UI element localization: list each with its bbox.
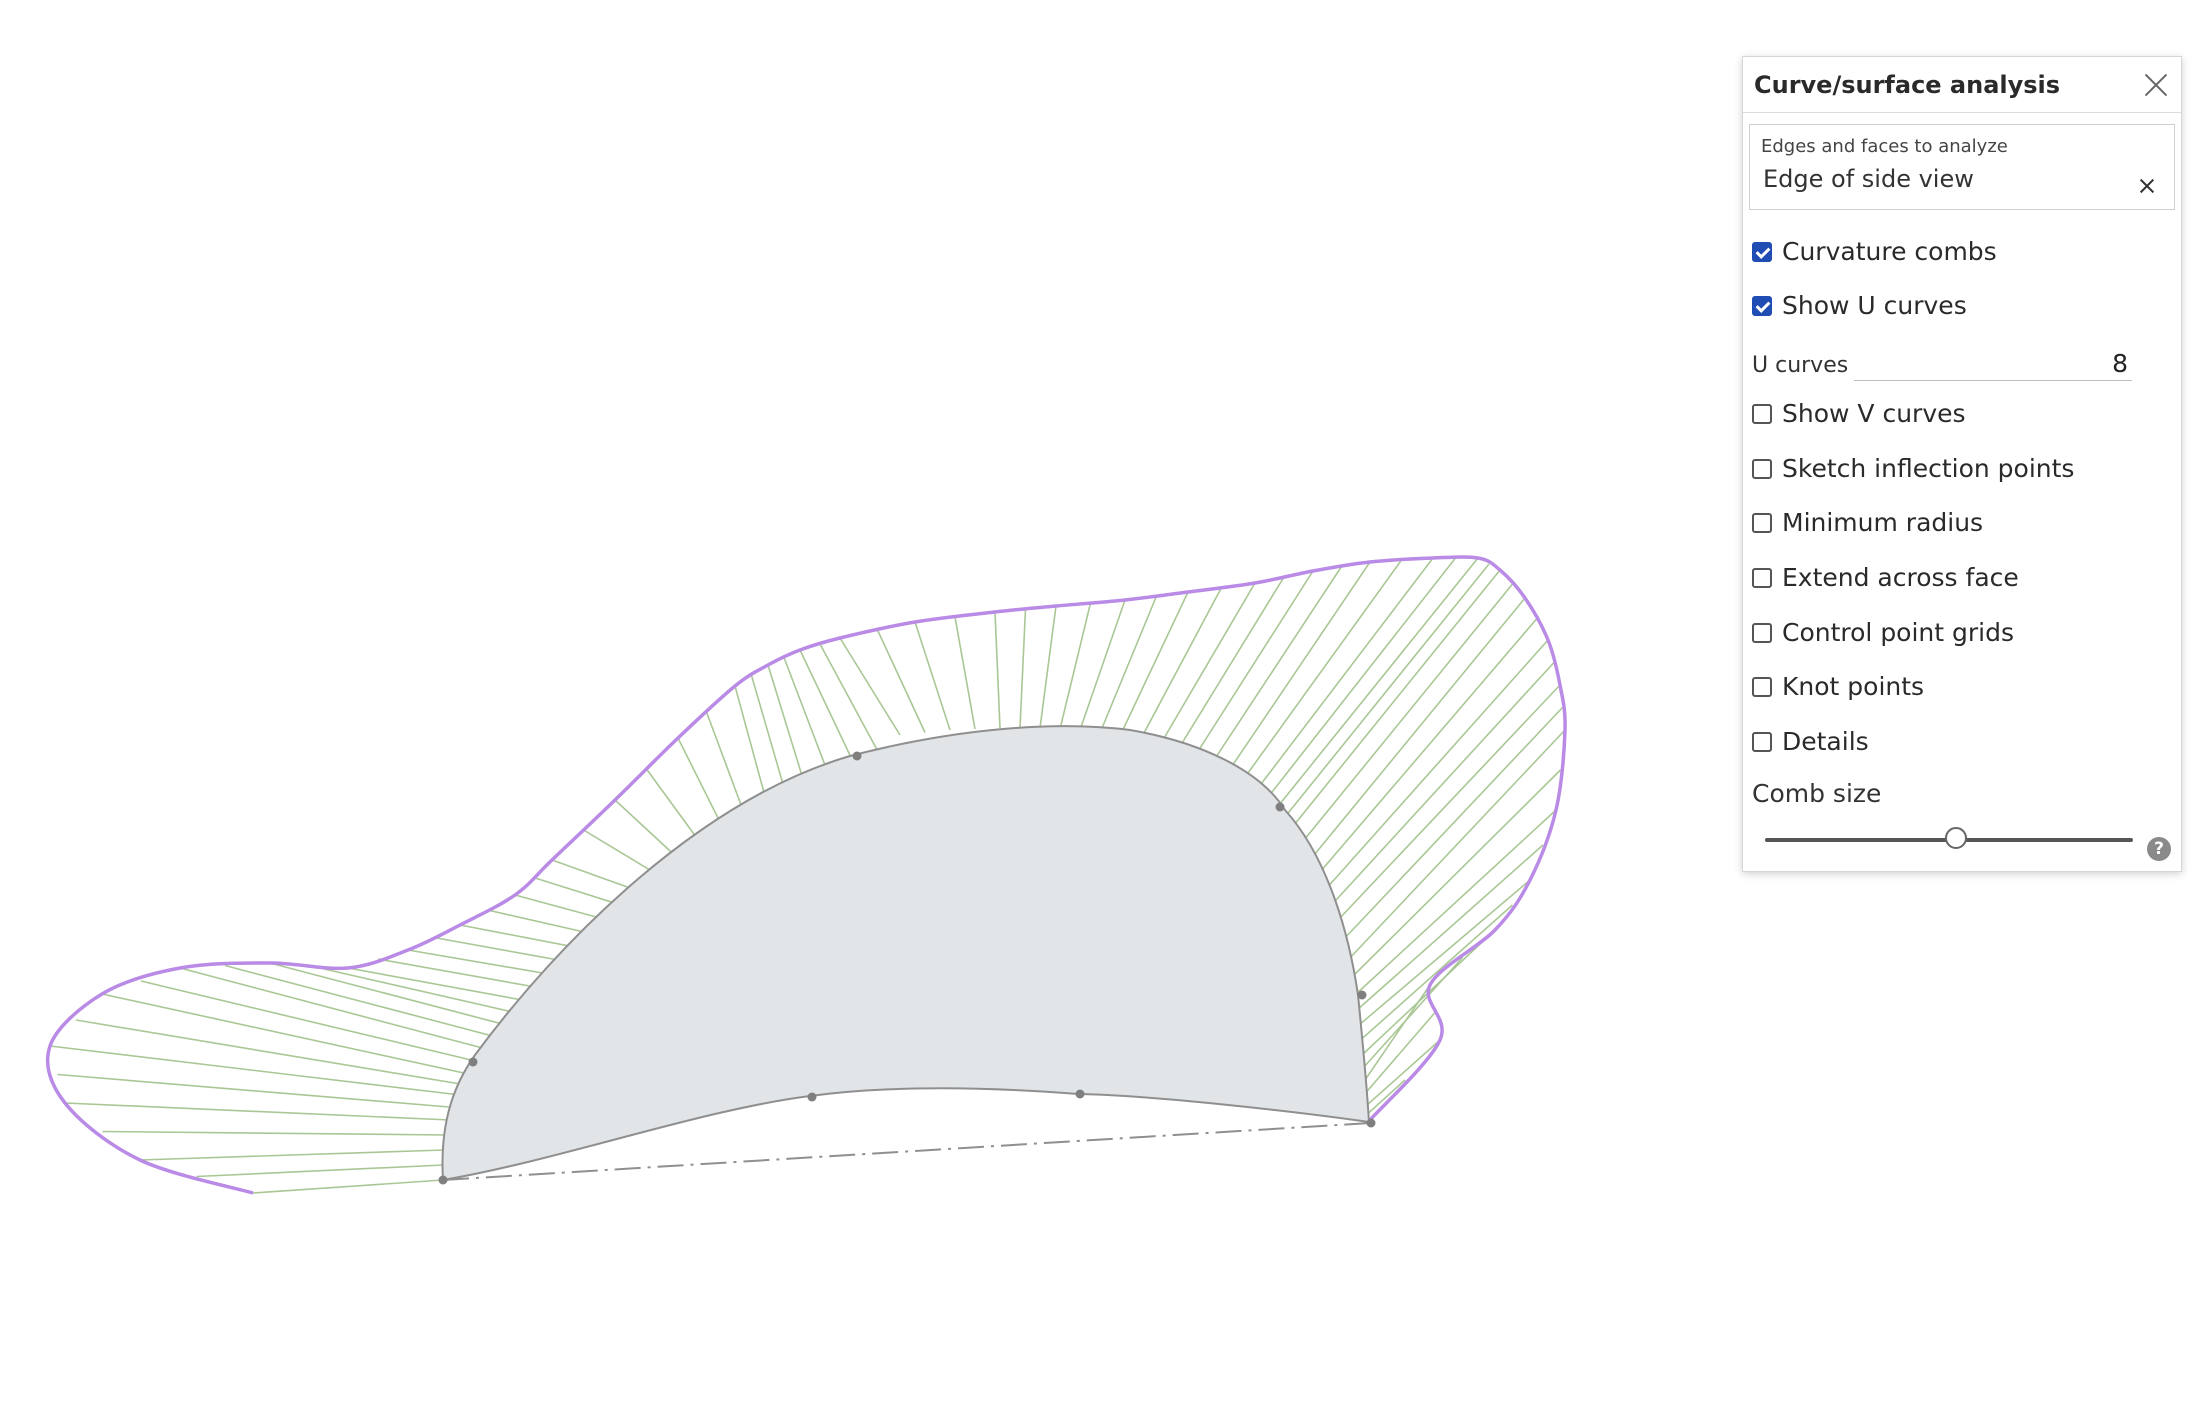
sketch-point[interactable] — [807, 1092, 817, 1102]
option-show-u-curves[interactable]: Show U curves — [1752, 291, 1967, 320]
u-curves-row: U curves 8 — [1752, 347, 2132, 383]
selection-field[interactable]: Edges and faces to analyze Edge of side … — [1749, 124, 2175, 210]
comb-tooth — [819, 643, 880, 753]
comb-tooth — [1176, 576, 1285, 751]
option-show-v-curves[interactable]: Show V curves — [1752, 399, 1966, 428]
comb-tooth — [799, 649, 858, 771]
option-label: Minimum radius — [1782, 508, 1984, 537]
comb-tooth — [308, 964, 522, 1015]
comb-tooth — [75, 1019, 467, 1086]
checkbox[interactable] — [1752, 622, 1772, 643]
comb-tooth — [1316, 618, 1538, 876]
comb-tooth — [914, 621, 951, 731]
close-icon[interactable] — [2141, 70, 2171, 100]
comb-tooth — [1350, 769, 1562, 979]
comb-tooth — [1359, 904, 1514, 1041]
sketch-point[interactable] — [1075, 1089, 1085, 1099]
option-label: Details — [1782, 727, 1869, 756]
option-label: Sketch inflection points — [1782, 454, 2075, 483]
comb-tooth — [954, 616, 976, 730]
option-extend-across-face[interactable]: Extend across face — [1752, 563, 2019, 592]
comb-tooth — [139, 1149, 445, 1161]
comb-tooth — [347, 967, 534, 1003]
comb-tooth — [1264, 557, 1457, 802]
option-sketch-inflection-points[interactable]: Sketch inflection points — [1752, 454, 2074, 483]
side-view-face[interactable] — [441, 725, 1371, 1182]
option-control-point-grids[interactable]: Control point grids — [1752, 618, 2014, 647]
comb-tooth — [252, 1179, 444, 1194]
option-label: Extend across face — [1782, 563, 2019, 592]
comb-tooth — [49, 1045, 461, 1096]
comb-tooth — [57, 1073, 456, 1109]
checkbox[interactable] — [1752, 567, 1772, 588]
clear-icon[interactable] — [2138, 177, 2156, 195]
selection-field-label: Edges and faces to analyze — [1761, 136, 2008, 157]
comb-tooth — [196, 1164, 444, 1178]
comb-tooth — [224, 964, 501, 1039]
option-minimum-radius[interactable]: Minimum radius — [1752, 508, 1983, 537]
comb-size-label: Comb size — [1752, 779, 1882, 808]
comb-tooth — [1254, 557, 1434, 793]
sketch-point[interactable] — [468, 1057, 478, 1067]
checkbox[interactable] — [1752, 295, 1772, 316]
comb-tooth — [1194, 570, 1314, 757]
comb-tooth — [1139, 587, 1223, 741]
sketch-point[interactable] — [1357, 990, 1367, 1000]
comb-tooth — [994, 611, 1001, 729]
sketch-point[interactable] — [438, 1175, 448, 1185]
panel-title: Curve/surface analysis — [1754, 70, 2061, 99]
slider-thumb[interactable] — [1945, 827, 1968, 849]
comb-tooth — [839, 637, 901, 736]
comb-tooth — [1358, 879, 1531, 1026]
comb-tooth — [64, 1102, 451, 1121]
sketch-point[interactable] — [1366, 1118, 1376, 1128]
option-label: Curvature combs — [1782, 237, 1997, 266]
comb-tooth — [1367, 1079, 1406, 1115]
u-curves-label: U curves — [1752, 353, 1849, 378]
option-details[interactable]: Details — [1752, 727, 1869, 756]
checkbox[interactable] — [1752, 403, 1772, 424]
option-knot-points[interactable]: Knot points — [1752, 672, 1924, 701]
sketch-point[interactable] — [852, 751, 862, 761]
checkbox[interactable] — [1752, 731, 1772, 752]
option-label: Show U curves — [1782, 291, 1967, 320]
comb-tooth — [102, 1130, 448, 1136]
comb-tooth — [1099, 595, 1158, 734]
checkbox[interactable] — [1752, 512, 1772, 533]
help-icon[interactable]: ? — [2147, 837, 2171, 861]
u-curves-input[interactable]: 8 — [1854, 347, 2132, 381]
comb-tooth — [101, 993, 474, 1076]
selection-field-value[interactable]: Edge of side view — [1761, 165, 2163, 193]
analysis-panel: Curve/surface analysis Edges and faces t… — [1742, 56, 2182, 872]
comb-size-slider[interactable] — [1765, 827, 2133, 853]
sketch-point[interactable] — [1275, 802, 1285, 812]
option-label: Knot points — [1782, 672, 1925, 701]
comb-tooth — [1039, 605, 1057, 729]
checkbox[interactable] — [1752, 241, 1772, 262]
checkbox[interactable] — [1752, 458, 1772, 479]
comb-tooth — [269, 962, 511, 1027]
comb-tooth — [1347, 729, 1566, 961]
option-curvature-combs[interactable]: Curvature combs — [1752, 237, 1997, 266]
comb-tooth — [1059, 602, 1092, 730]
panel-header: Curve/surface analysis — [1743, 57, 2181, 113]
comb-tooth — [1281, 563, 1490, 821]
comb-tooth — [407, 949, 561, 977]
option-label: Show V curves — [1782, 399, 1966, 428]
comb-tooth — [876, 629, 926, 733]
checkbox[interactable] — [1752, 676, 1772, 697]
comb-tooth — [1019, 608, 1027, 729]
comb-tooth — [377, 958, 547, 990]
option-label: Control point grids — [1782, 618, 2015, 647]
